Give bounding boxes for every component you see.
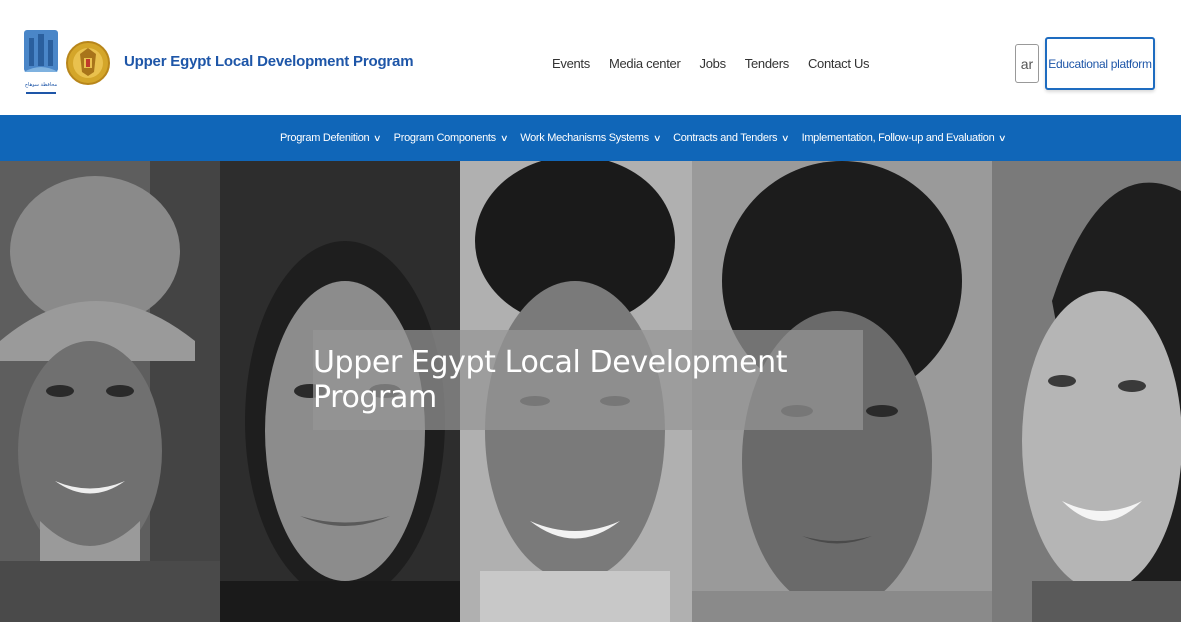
egypt-emblem-logo[interactable] xyxy=(65,28,111,98)
chevron-down-icon: ∨ xyxy=(373,132,382,143)
main-nav-bar: Program Defenition ∨ Program Components ∨ … xyxy=(0,115,1181,161)
nav-media-center[interactable]: Media center xyxy=(609,56,681,71)
portrait-photo-1 xyxy=(0,161,220,622)
top-nav: Events Media center Jobs Tenders Contact… xyxy=(552,56,870,71)
hero-title: Upper Egypt Local Development Program xyxy=(313,345,788,415)
site-header: محافظة سوهاج Upper Egypt Local Developme… xyxy=(0,0,1181,115)
menu-work-mechanisms[interactable]: Work Mechanisms Systems ∨ xyxy=(520,132,662,144)
chevron-down-icon: ∨ xyxy=(781,132,790,143)
nav-contact-us[interactable]: Contact Us xyxy=(808,56,870,71)
hero-banner-image: Upper Egypt Local Development Program xyxy=(0,161,1181,622)
menu-label: Work Mechanisms Systems xyxy=(520,132,649,144)
chevron-down-icon: ∨ xyxy=(652,132,662,143)
menu-program-definition[interactable]: Program Defenition ∨ xyxy=(280,132,382,144)
chevron-down-icon: ∨ xyxy=(998,132,1007,143)
menu-label: Program Defenition xyxy=(280,132,370,144)
portrait-photo-5 xyxy=(992,161,1181,622)
site-title[interactable]: Upper Egypt Local Development Program xyxy=(124,53,414,70)
educational-platform-button[interactable]: Educational platform xyxy=(1045,37,1155,90)
chevron-down-icon: ∨ xyxy=(499,132,509,143)
logo1-caption: محافظة سوهاج xyxy=(25,82,58,88)
nav-jobs[interactable]: Jobs xyxy=(700,56,727,71)
nav-events[interactable]: Events xyxy=(552,56,590,71)
language-toggle-button[interactable]: ar xyxy=(1015,44,1039,83)
menu-label: Implementation, Follow-up and Evaluation xyxy=(801,132,995,144)
nav-tenders[interactable]: Tenders xyxy=(745,56,789,71)
hero-title-banner: Upper Egypt Local Development Program xyxy=(313,330,863,430)
menu-label: Contracts and Tenders xyxy=(673,132,778,144)
governorate-logo[interactable]: محافظة سوهاج xyxy=(20,24,62,104)
menu-label: Program Components xyxy=(393,132,497,144)
menu-implementation[interactable]: Implementation, Follow-up and Evaluation… xyxy=(801,132,1007,144)
menu-contracts-tenders[interactable]: Contracts and Tenders ∨ xyxy=(673,132,790,144)
menu-program-components[interactable]: Program Components ∨ xyxy=(393,132,509,144)
